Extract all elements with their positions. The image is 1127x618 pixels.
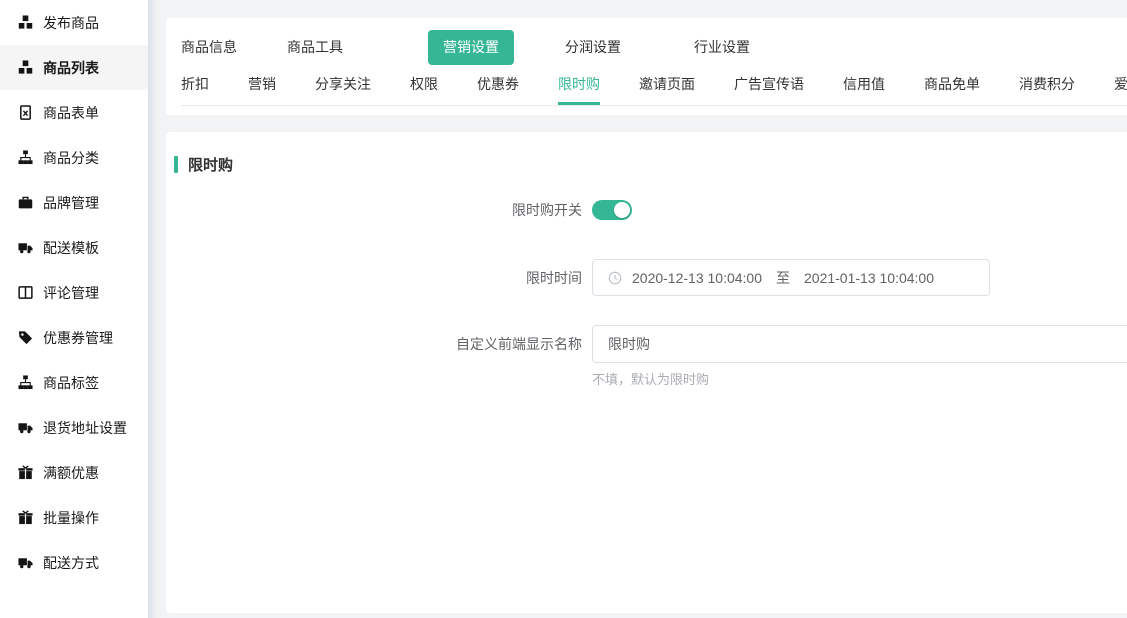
tab-coupon[interactable]: 优惠券 [477, 73, 519, 105]
sidebar-item-batch-operations[interactable]: 批量操作 [0, 495, 148, 540]
truck-icon [18, 420, 34, 436]
display-name-hint: 不填，默认为限时购 [592, 369, 1127, 388]
tab-consume-points[interactable]: 消费积分 [1019, 73, 1075, 105]
start-datetime: 2020-12-13 10:04:00 [632, 270, 762, 286]
sitemap-icon [18, 150, 34, 166]
sidebar-item-label: 品牌管理 [43, 193, 99, 213]
tag-icon [18, 330, 34, 346]
sidebar: 发布商品 商品列表 商品表单 商品分类 品牌管理 配送模板 评论管理 优惠券管理… [0, 0, 148, 618]
secondary-tab-bar: 折扣 营销 分享关注 权限 优惠券 限时购 邀请页面 广告宣传语 信用值 商品免… [181, 73, 1127, 106]
tab-credit-value[interactable]: 信用值 [843, 73, 885, 105]
sidebar-item-label: 商品列表 [43, 58, 99, 78]
sitemap-icon [18, 375, 34, 391]
tab-flash-sale[interactable]: 限时购 [558, 73, 600, 105]
sidebar-item-delivery-method[interactable]: 配送方式 [0, 540, 148, 585]
sidebar-item-label: 商品分类 [43, 148, 99, 168]
sidebar-item-label: 商品标签 [43, 373, 99, 393]
display-name-input[interactable] [592, 325, 1127, 363]
title-accent-bar [174, 156, 178, 173]
sidebar-item-delivery-template[interactable]: 配送模板 [0, 225, 148, 270]
tab-free-order[interactable]: 商品免单 [924, 73, 980, 105]
sidebar-item-full-amount-discount[interactable]: 满额优惠 [0, 450, 148, 495]
gift-icon [18, 510, 34, 526]
sidebar-item-label: 配送模板 [43, 238, 99, 258]
tab-product-info[interactable]: 商品信息 [181, 30, 237, 65]
briefcase-icon [18, 195, 34, 211]
section-title: 限时购 [166, 154, 1127, 175]
sidebar-item-product-list[interactable]: 商品列表 [0, 45, 148, 90]
sidebar-item-label: 商品表单 [43, 103, 99, 123]
sidebar-item-label: 发布商品 [43, 13, 99, 33]
tabs-card: 商品信息 商品工具 营销设置 分润设置 行业设置 折扣 营销 分享关注 权限 优… [166, 18, 1127, 115]
columns-icon [18, 285, 34, 301]
sidebar-item-label: 批量操作 [43, 508, 99, 528]
time-label: 限时时间 [166, 268, 592, 288]
main-area: 商品信息 商品工具 营销设置 分润设置 行业设置 折扣 营销 分享关注 权限 优… [156, 0, 1127, 618]
toggle-knob [614, 202, 630, 218]
cubes-icon [18, 15, 34, 31]
sidebar-item-label: 配送方式 [43, 553, 99, 573]
file-excel-icon [18, 105, 34, 121]
sidebar-item-brand-management[interactable]: 品牌管理 [0, 180, 148, 225]
sidebar-scrollbar[interactable] [148, 0, 157, 618]
clock-icon [608, 271, 622, 285]
tab-clipped[interactable]: 爱 [1114, 73, 1127, 105]
cubes-icon [18, 60, 34, 76]
sidebar-item-label: 退货地址设置 [43, 418, 127, 438]
tab-marketing[interactable]: 营销 [248, 73, 276, 105]
tab-share-follow[interactable]: 分享关注 [315, 73, 371, 105]
sidebar-item-return-address-settings[interactable]: 退货地址设置 [0, 405, 148, 450]
display-name-row: 自定义前端显示名称 [166, 325, 1127, 363]
gift-icon [18, 465, 34, 481]
tab-industry-settings[interactable]: 行业设置 [694, 30, 750, 65]
truck-icon [18, 240, 34, 256]
tab-invite-page[interactable]: 邀请页面 [639, 73, 695, 105]
flash-sale-panel: 限时购 限时购开关 限时时间 2020-12-13 10:04:00 至 202… [166, 132, 1127, 613]
range-separator: 至 [776, 268, 790, 288]
sidebar-item-product-form[interactable]: 商品表单 [0, 90, 148, 135]
tab-profit-settings[interactable]: 分润设置 [565, 30, 621, 65]
sidebar-item-comment-management[interactable]: 评论管理 [0, 270, 148, 315]
tab-ad-slogan[interactable]: 广告宣传语 [734, 73, 804, 105]
end-datetime: 2021-01-13 10:04:00 [804, 270, 934, 286]
date-range-input[interactable]: 2020-12-13 10:04:00 至 2021-01-13 10:04:0… [592, 259, 990, 296]
sidebar-item-product-category[interactable]: 商品分类 [0, 135, 148, 180]
tab-discount[interactable]: 折扣 [181, 73, 209, 105]
display-name-label: 自定义前端显示名称 [166, 334, 592, 354]
flash-sale-time-row: 限时时间 2020-12-13 10:04:00 至 2021-01-13 10… [166, 259, 1127, 296]
sidebar-item-product-tags[interactable]: 商品标签 [0, 360, 148, 405]
tab-product-tools[interactable]: 商品工具 [287, 30, 343, 65]
sidebar-item-label: 优惠券管理 [43, 328, 113, 348]
tab-permissions[interactable]: 权限 [410, 73, 438, 105]
sidebar-item-label: 评论管理 [43, 283, 99, 303]
flash-sale-toggle[interactable] [592, 200, 632, 220]
truck-icon [18, 555, 34, 571]
section-title-text: 限时购 [188, 154, 233, 175]
sidebar-item-coupon-management[interactable]: 优惠券管理 [0, 315, 148, 360]
sidebar-item-publish-product[interactable]: 发布商品 [0, 0, 148, 45]
primary-tab-bar: 商品信息 商品工具 营销设置 分润设置 行业设置 [181, 30, 1127, 65]
sidebar-item-label: 满额优惠 [43, 463, 99, 483]
flash-sale-switch-row: 限时购开关 [166, 199, 1127, 221]
tab-marketing-settings[interactable]: 营销设置 [428, 30, 514, 65]
switch-label: 限时购开关 [166, 200, 592, 220]
